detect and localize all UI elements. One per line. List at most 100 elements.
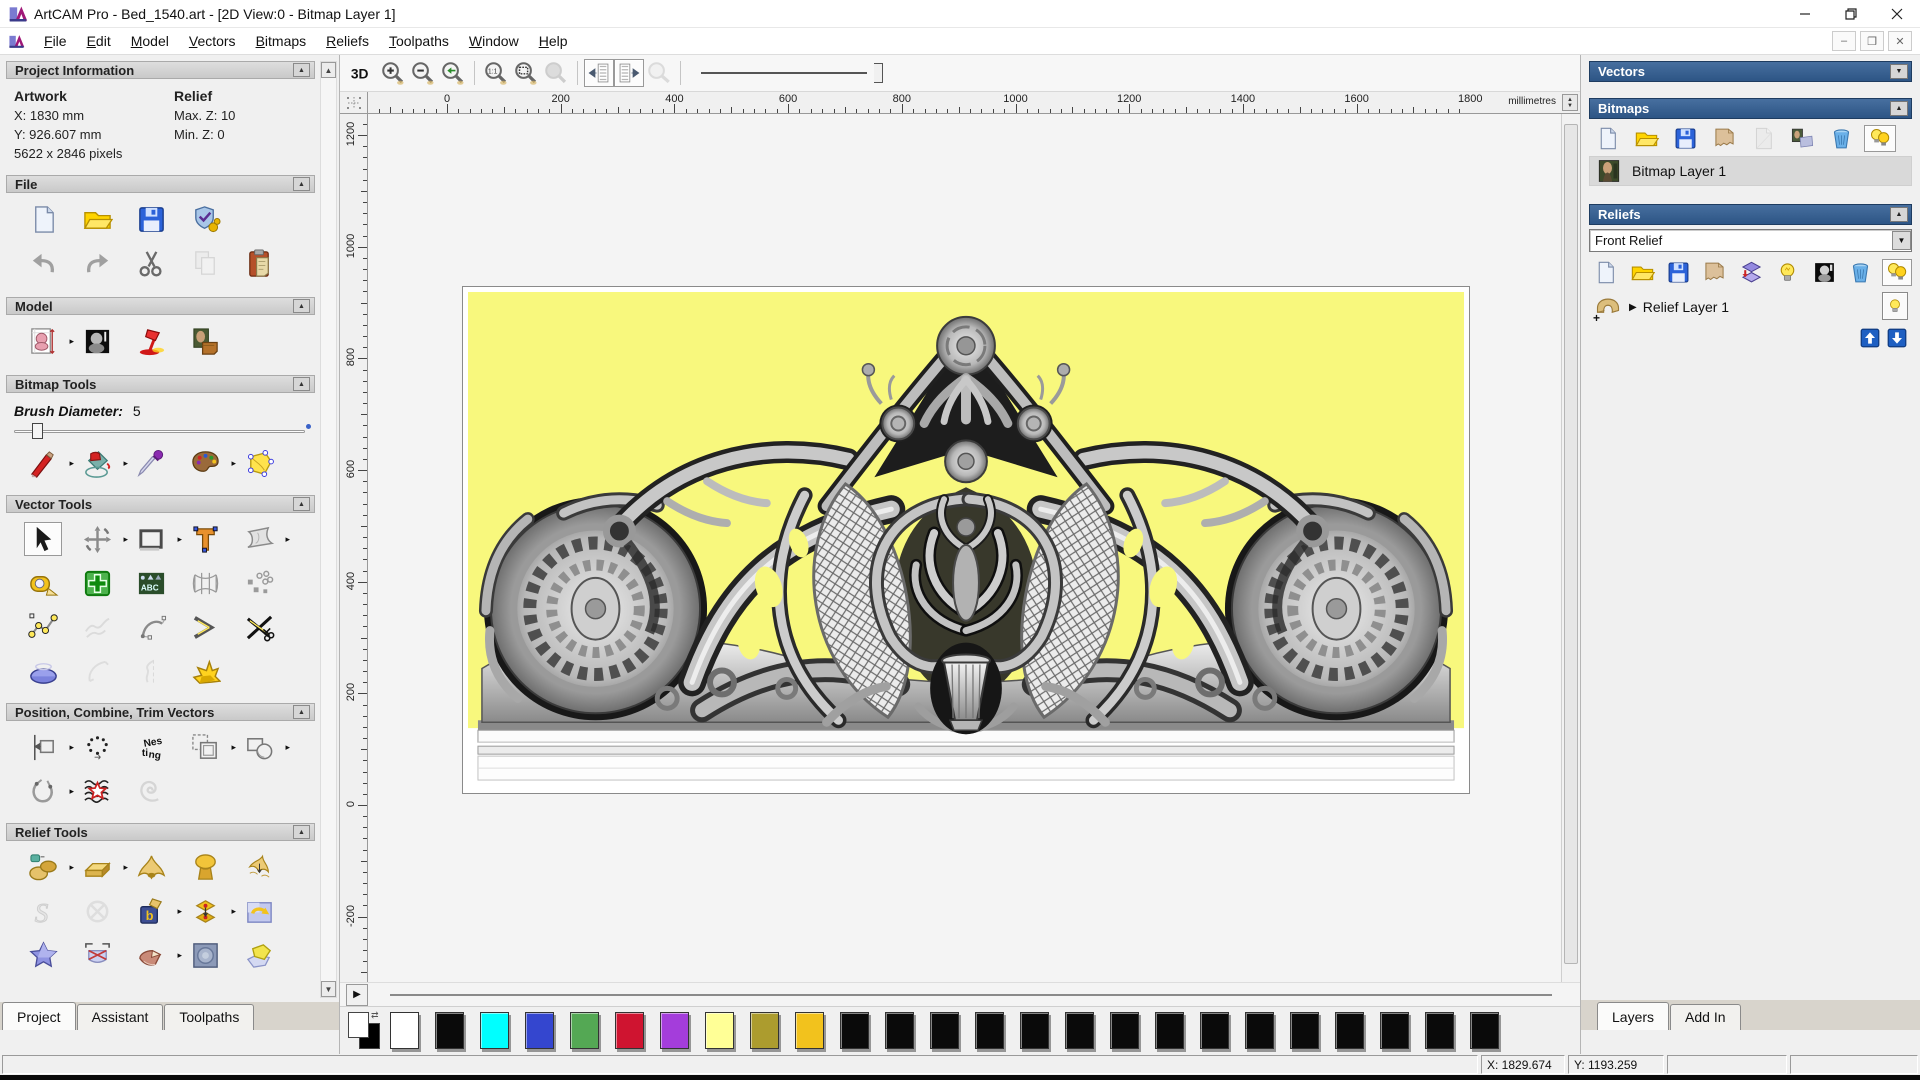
nesting-icon[interactable]: Nesting — [132, 730, 170, 764]
wireframe-mesh-icon[interactable] — [186, 566, 224, 600]
ruler-unit-spinner[interactable]: ▲▼ — [1562, 94, 1578, 111]
palette-swatch-19[interactable] — [1245, 1012, 1274, 1049]
menu-help[interactable]: Help — [529, 30, 578, 52]
menu-edit[interactable]: Edit — [77, 30, 121, 52]
new-file-icon[interactable] — [1591, 125, 1623, 152]
shape-pair-icon[interactable] — [240, 850, 278, 884]
flood-fill-icon[interactable]: ▸ — [78, 446, 116, 480]
line-thickness-slider[interactable] — [701, 61, 891, 85]
bitmap-layer-row[interactable]: Bitmap Layer 1 — [1589, 156, 1912, 186]
zoom-in-icon[interactable] — [378, 59, 408, 87]
model-greyscale-icon[interactable] — [78, 324, 116, 358]
fit-curve-icon[interactable] — [132, 610, 170, 644]
vector-tools-header[interactable]: Vector Tools ▲ — [6, 495, 315, 513]
palette-swatch-2[interactable] — [480, 1012, 509, 1049]
transform-icon[interactable]: ▸ — [78, 522, 116, 556]
collapse-icon[interactable]: ▲ — [293, 825, 310, 839]
palette-swatch-24[interactable] — [1470, 1012, 1499, 1049]
red-relief-icon[interactable] — [24, 982, 62, 983]
horizontal-scrollbar[interactable] — [390, 994, 1552, 996]
arrow-head-icon[interactable] — [186, 610, 224, 644]
texture-relief-icon[interactable] — [186, 938, 224, 972]
mdi-minimize-button[interactable]: – — [1832, 31, 1856, 51]
new-file-icon[interactable] — [1591, 259, 1620, 286]
palette-swatch-14[interactable] — [1020, 1012, 1049, 1049]
palette-swatch-22[interactable] — [1380, 1012, 1409, 1049]
tab-toolpaths[interactable]: Toolpaths — [164, 1004, 254, 1030]
scroll-down-icon[interactable]: ▼ — [321, 981, 336, 997]
flyout-arrow-icon[interactable]: ▸ — [231, 906, 236, 917]
mdi-restore-button[interactable]: ❐ — [1860, 31, 1884, 51]
close-button[interactable] — [1874, 0, 1920, 27]
relief-layer-row[interactable]: + ▶ Relief Layer 1 — [1589, 290, 1912, 324]
distort-vectors-icon[interactable] — [78, 774, 116, 808]
palette-swatch-20[interactable] — [1290, 1012, 1319, 1049]
chevron-down-icon[interactable]: ▼ — [1892, 231, 1911, 250]
flyout-arrow-icon[interactable]: ▸ — [177, 950, 182, 961]
move-layer-down-button[interactable] — [1886, 328, 1908, 348]
wedge-relief-icon[interactable]: ▸ — [132, 938, 170, 972]
zoom-previous-icon[interactable] — [438, 59, 468, 87]
palette-swatch-16[interactable] — [1110, 1012, 1139, 1049]
menu-reliefs[interactable]: Reliefs — [316, 30, 379, 52]
bitmap-fit-vectors-icon[interactable] — [240, 446, 278, 480]
abc-texture-icon[interactable]: ABC — [132, 566, 170, 600]
position-vectors-header[interactable]: Position, Combine, Trim Vectors ▲ — [6, 703, 315, 721]
flyout-arrow-icon[interactable]: ▸ — [69, 458, 74, 469]
menu-vectors[interactable]: Vectors — [179, 30, 246, 52]
mdi-close-button[interactable]: ✕ — [1888, 31, 1912, 51]
toggle-visibility-icon[interactable] — [1864, 125, 1896, 152]
select-arrow-icon[interactable] — [24, 522, 62, 556]
create-text-icon[interactable] — [186, 522, 224, 556]
zoom-fit-icon[interactable] — [511, 59, 541, 87]
flyout-arrow-icon[interactable]: ▸ — [177, 906, 182, 917]
palette-swatch-0[interactable] — [390, 1012, 419, 1049]
open-folder-icon[interactable] — [1630, 125, 1662, 152]
flyout-arrow-icon[interactable]: ▸ — [123, 534, 128, 545]
trim-vectors-icon[interactable] — [240, 610, 278, 644]
brush-diameter-slider[interactable] — [14, 423, 305, 439]
join-vectors-icon[interactable]: ▸ — [24, 774, 62, 808]
palette-swatch-9[interactable] — [795, 1012, 824, 1049]
text-on-curve-icon[interactable] — [78, 730, 116, 764]
palette-swatch-8[interactable] — [750, 1012, 779, 1049]
flyout-arrow-icon[interactable]: ▸ — [69, 786, 74, 797]
undo-icon[interactable] — [24, 246, 62, 280]
slider-handle[interactable] — [32, 423, 43, 439]
relief-pair-icon[interactable]: ▸ — [186, 894, 224, 928]
project-information-header[interactable]: Project Information ▲ — [6, 61, 315, 79]
minimize-button[interactable] — [1782, 0, 1828, 27]
expander-icon[interactable]: ▶ — [1629, 302, 1637, 313]
model-page[interactable] — [462, 286, 1470, 794]
palette-swatch-12[interactable] — [930, 1012, 959, 1049]
delete-trash-icon[interactable] — [1825, 125, 1857, 152]
paint-brush-icon[interactable]: ▸ — [24, 446, 62, 480]
menu-bitmaps[interactable]: Bitmaps — [246, 30, 317, 52]
reliefs-header[interactable]: Reliefs ▲ — [1589, 204, 1912, 225]
star-shape-icon[interactable] — [186, 654, 224, 688]
palette-swatch-4[interactable] — [570, 1012, 599, 1049]
tab-project[interactable]: Project — [2, 1002, 76, 1030]
open-folder-icon[interactable] — [1627, 259, 1656, 286]
palette-swatch-3[interactable] — [525, 1012, 554, 1049]
zoom-scale-1to1-icon[interactable]: 1:1 — [481, 59, 511, 87]
swap-colours-icon[interactable]: ⇄ — [371, 1010, 379, 1021]
flyout-arrow-icon[interactable]: ▸ — [285, 534, 290, 545]
save-model-icon[interactable] — [132, 202, 170, 236]
palette-swatch-15[interactable] — [1065, 1012, 1094, 1049]
block-copy-icon[interactable]: ▸ — [186, 730, 224, 764]
restore-button[interactable] — [1828, 0, 1874, 27]
vertical-scrollbar-thumb[interactable] — [1564, 124, 1578, 964]
envelope-distort-icon[interactable]: ▸ — [240, 522, 278, 556]
collapse-icon[interactable]: ▲ — [293, 177, 310, 191]
tab-layers[interactable]: Layers — [1597, 1002, 1669, 1030]
model-render-icon[interactable] — [132, 324, 170, 358]
ruler-horizontal[interactable]: millimetres ▲▼ 0200400600800100012001400… — [368, 92, 1580, 113]
vectors-header[interactable]: Vectors ▼ — [1589, 61, 1912, 82]
palette-swatch-18[interactable] — [1200, 1012, 1229, 1049]
bulb-single-icon[interactable] — [1773, 259, 1802, 286]
stack-transfer-icon[interactable] — [1737, 259, 1766, 286]
flyout-arrow-icon[interactable]: ▸ — [69, 742, 74, 753]
flyout-arrow-icon[interactable]: ▸ — [231, 458, 236, 469]
save-icon[interactable] — [1669, 125, 1701, 152]
